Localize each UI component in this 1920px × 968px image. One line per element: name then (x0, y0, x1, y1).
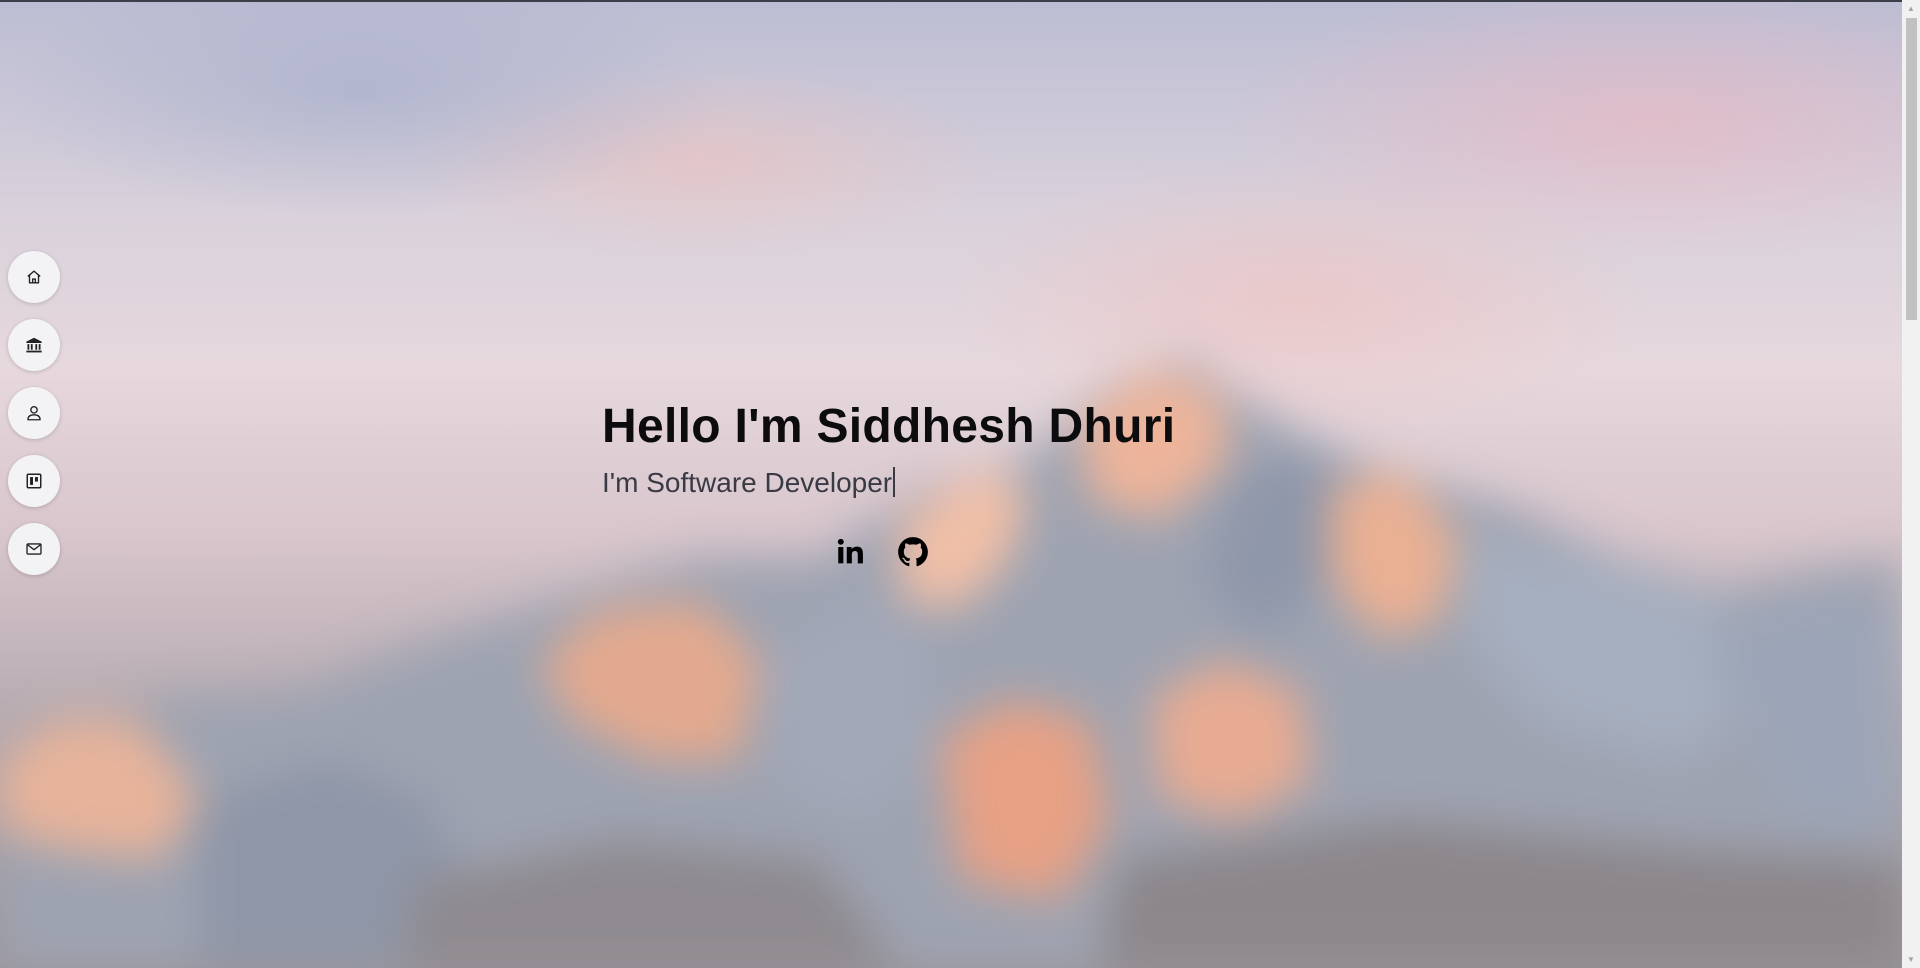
person-icon (27, 406, 41, 421)
hero-subtitle: I'm Software Developer (602, 466, 1175, 500)
github-icon (898, 537, 928, 567)
scroll-up-arrow-icon[interactable]: ▲ (1902, 0, 1920, 17)
page-title: Hello I'm Siddhesh Dhuri (602, 400, 1176, 453)
window-top-border (0, 0, 1902, 2)
social-links (834, 535, 930, 569)
home-icon (27, 270, 41, 284)
hero-section: Hello I'm Siddhesh Dhuri I'm Software De… (602, 398, 1175, 500)
nav-education-button[interactable] (8, 319, 60, 371)
scroll-down-arrow-icon[interactable]: ▼ (1902, 951, 1920, 968)
scrollbar-thumb[interactable] (1906, 18, 1917, 320)
nav-about-button[interactable] (8, 387, 60, 439)
vertical-scrollbar[interactable]: ▲ ▼ (1902, 0, 1920, 968)
side-navigation (8, 251, 60, 575)
typed-role-text: I'm Software Developer (602, 467, 893, 498)
board-icon (26, 473, 42, 489)
linkedin-link[interactable] (834, 535, 868, 569)
github-link[interactable] (896, 535, 930, 569)
nav-home-button[interactable] (8, 251, 60, 303)
typing-caret (893, 467, 896, 497)
mail-icon (26, 543, 42, 555)
nav-projects-button[interactable] (8, 455, 60, 507)
linkedin-icon (837, 538, 863, 564)
bank-icon (26, 337, 42, 353)
nav-contact-button[interactable] (8, 523, 60, 575)
